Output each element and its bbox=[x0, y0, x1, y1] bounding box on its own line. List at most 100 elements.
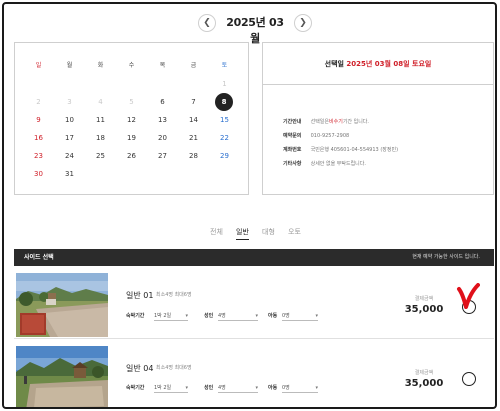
info-row-etc: 기타사항 상세안 없을 부탁드립니다. bbox=[283, 157, 366, 171]
child-value: 0명 bbox=[282, 385, 290, 391]
info-value: 상세안 없을 부탁드립니다. bbox=[310, 161, 366, 167]
adult-select[interactable]: 4명 ▾ bbox=[218, 311, 258, 321]
info-label: 계좌번호 bbox=[283, 147, 302, 153]
weekday-label: 토 bbox=[221, 62, 228, 69]
info-row-contact: 예약문의 010-9257-2908 bbox=[283, 129, 349, 143]
calendar-day[interactable]: 20 bbox=[147, 129, 178, 147]
calendar-day[interactable]: 18 bbox=[85, 129, 116, 147]
calendar-day[interactable]: 10 bbox=[54, 111, 85, 129]
calendar-day[interactable]: 19 bbox=[116, 129, 147, 147]
site-name: 일반 01 bbox=[126, 291, 154, 300]
child-label: 아동 bbox=[268, 313, 278, 319]
calendar-day[interactable]: 22 bbox=[209, 129, 240, 147]
site-select-bar: 사이드 선택 현재 예약 가능한 사이드 입니다. bbox=[14, 249, 494, 266]
calendar-day[interactable]: 23 bbox=[23, 147, 54, 165]
info-value: 010-9257-2908 bbox=[310, 133, 350, 139]
month-navigation: ❮ 2025년 03월 ❯ bbox=[4, 12, 495, 45]
period-value: 1박 2일 bbox=[154, 313, 172, 319]
weekday-label: 월 bbox=[66, 62, 73, 69]
calendar-day[interactable]: 15 bbox=[209, 111, 240, 129]
calendar-day[interactable]: 12 bbox=[116, 111, 147, 129]
tab-auto[interactable]: 오토 bbox=[288, 225, 301, 239]
period-select[interactable]: 1박 2일 ▾ bbox=[154, 383, 188, 393]
calendar-day[interactable]: 31 bbox=[54, 165, 85, 183]
calendar-day[interactable]: 7 bbox=[178, 93, 209, 111]
info-label: 예약문의 bbox=[283, 133, 302, 139]
period-suffix: 기간 입니다. bbox=[342, 119, 369, 125]
site-capacity: 최소4명 최대6명 bbox=[156, 365, 192, 371]
site-name: 일반 04 bbox=[126, 364, 154, 373]
calendar-day[interactable]: 26 bbox=[116, 147, 147, 165]
calendar-day[interactable]: 24 bbox=[54, 147, 85, 165]
calendar-day[interactable]: 3 bbox=[54, 93, 85, 111]
site-price: 35,000 bbox=[404, 378, 444, 389]
calendar-day[interactable]: 29 bbox=[209, 147, 240, 165]
tab-general[interactable]: 일반 bbox=[236, 225, 249, 240]
site-type-tabs: 전체 일반 대형 오토 bbox=[4, 225, 495, 240]
calendar-day[interactable]: 5 bbox=[116, 93, 147, 111]
calendar-day[interactable]: 6 bbox=[147, 93, 178, 111]
child-select[interactable]: 0명 ▾ bbox=[282, 383, 318, 393]
site-capacity: 최소4명 최대6명 bbox=[156, 292, 192, 298]
chevron-down-icon: ▾ bbox=[315, 313, 318, 319]
calendar-day[interactable]: 4 bbox=[85, 93, 116, 111]
weekday-label: 금 bbox=[190, 62, 197, 69]
adult-value: 4명 bbox=[218, 385, 226, 391]
calendar-day[interactable]: 25 bbox=[85, 147, 116, 165]
calendar-day[interactable]: 13 bbox=[147, 111, 178, 129]
calendar-day[interactable]: 28 bbox=[178, 147, 209, 165]
weekday-label: 수 bbox=[128, 62, 135, 69]
adult-label: 성인 bbox=[204, 385, 214, 391]
site-select-radio[interactable] bbox=[462, 372, 476, 386]
checkmark-annotation-icon bbox=[457, 283, 480, 309]
info-row-period: 기간안내 선택일은비수기기간 입니다. bbox=[283, 115, 369, 129]
calendar-day[interactable]: 14 bbox=[178, 111, 209, 129]
period-label: 숙박기간 bbox=[126, 313, 145, 319]
adult-label: 성인 bbox=[204, 313, 214, 319]
selected-date-value: 2025년 03월 08일 토요일 bbox=[346, 60, 432, 68]
price-label: 결제금액 bbox=[414, 296, 434, 302]
selected-date-info: 선택일 2025년 03월 08일 토요일 기간안내 선택일은비수기기간 입니다… bbox=[262, 42, 494, 195]
site-row: 일반 01 최소4명 최대6명 숙박기간 1박 2일 ▾ 성인 4명 ▾ 아동 0명… bbox=[14, 271, 494, 339]
season-highlight: 비수기 bbox=[329, 119, 343, 125]
site-select-title: 사이드 선택 bbox=[24, 254, 54, 261]
info-value: 국민은행 405601-04-554913 (장정민) bbox=[310, 147, 399, 153]
calendar-day[interactable]: 9 bbox=[23, 111, 54, 129]
calendar-day[interactable]: 27 bbox=[147, 147, 178, 165]
calendar-day[interactable]: 8 bbox=[215, 93, 233, 111]
selected-date-heading: 선택일 2025년 03월 08일 토요일 bbox=[263, 43, 493, 85]
calendar: 일 월 화 수 목 금 토 1 2 3 4 5 6 7 8 9 10 11 12 13 14 15 16 17 1… bbox=[14, 42, 249, 195]
info-label: 기타사항 bbox=[283, 161, 302, 167]
period-label: 숙박기간 bbox=[126, 385, 145, 391]
selected-date-prefix: 선택일 bbox=[324, 60, 344, 68]
calendar-day[interactable]: 30 bbox=[23, 165, 54, 183]
chevron-down-icon: ▾ bbox=[255, 313, 258, 319]
calendar-weekday-header: 일 월 화 수 목 금 토 bbox=[15, 57, 248, 75]
calendar-day[interactable]: 1 bbox=[209, 75, 240, 93]
site-photo bbox=[16, 346, 108, 407]
site-availability-note: 현재 예약 가능한 사이드 입니다. bbox=[412, 254, 480, 260]
calendar-day[interactable]: 16 bbox=[23, 129, 54, 147]
chevron-down-icon: ▾ bbox=[185, 313, 188, 319]
calendar-day[interactable]: 2 bbox=[23, 93, 54, 111]
tab-all[interactable]: 전체 bbox=[210, 225, 223, 239]
chevron-left-icon[interactable]: ❮ bbox=[198, 14, 216, 32]
site-price: 35,000 bbox=[404, 304, 444, 315]
weekday-label: 화 bbox=[97, 62, 104, 69]
child-select[interactable]: 0명 ▾ bbox=[282, 311, 318, 321]
weekday-label: 일 bbox=[35, 62, 42, 69]
child-label: 아동 bbox=[268, 385, 278, 391]
tab-large[interactable]: 대형 bbox=[262, 225, 275, 239]
calendar-day[interactable]: 11 bbox=[85, 111, 116, 129]
chevron-right-icon[interactable]: ❯ bbox=[294, 14, 312, 32]
period-select[interactable]: 1박 2일 ▾ bbox=[154, 311, 188, 321]
info-label: 기간안내 bbox=[283, 119, 302, 125]
adult-select[interactable]: 4명 ▾ bbox=[218, 383, 258, 393]
site-row: 일반 04 최소4명 최대6명 숙박기간 1박 2일 ▾ 성인 4명 ▾ 아동 0명… bbox=[14, 344, 494, 407]
reservation-panel: ❮ 2025년 03월 ❯ 일 월 화 수 목 금 토 1 2 3 4 5 6 7 8 9 10 1… bbox=[2, 2, 497, 409]
site-photo bbox=[16, 273, 108, 337]
chevron-down-icon: ▾ bbox=[315, 385, 318, 391]
period-value: 1박 2일 bbox=[154, 385, 172, 391]
calendar-day[interactable]: 17 bbox=[54, 129, 85, 147]
calendar-day[interactable]: 21 bbox=[178, 129, 209, 147]
